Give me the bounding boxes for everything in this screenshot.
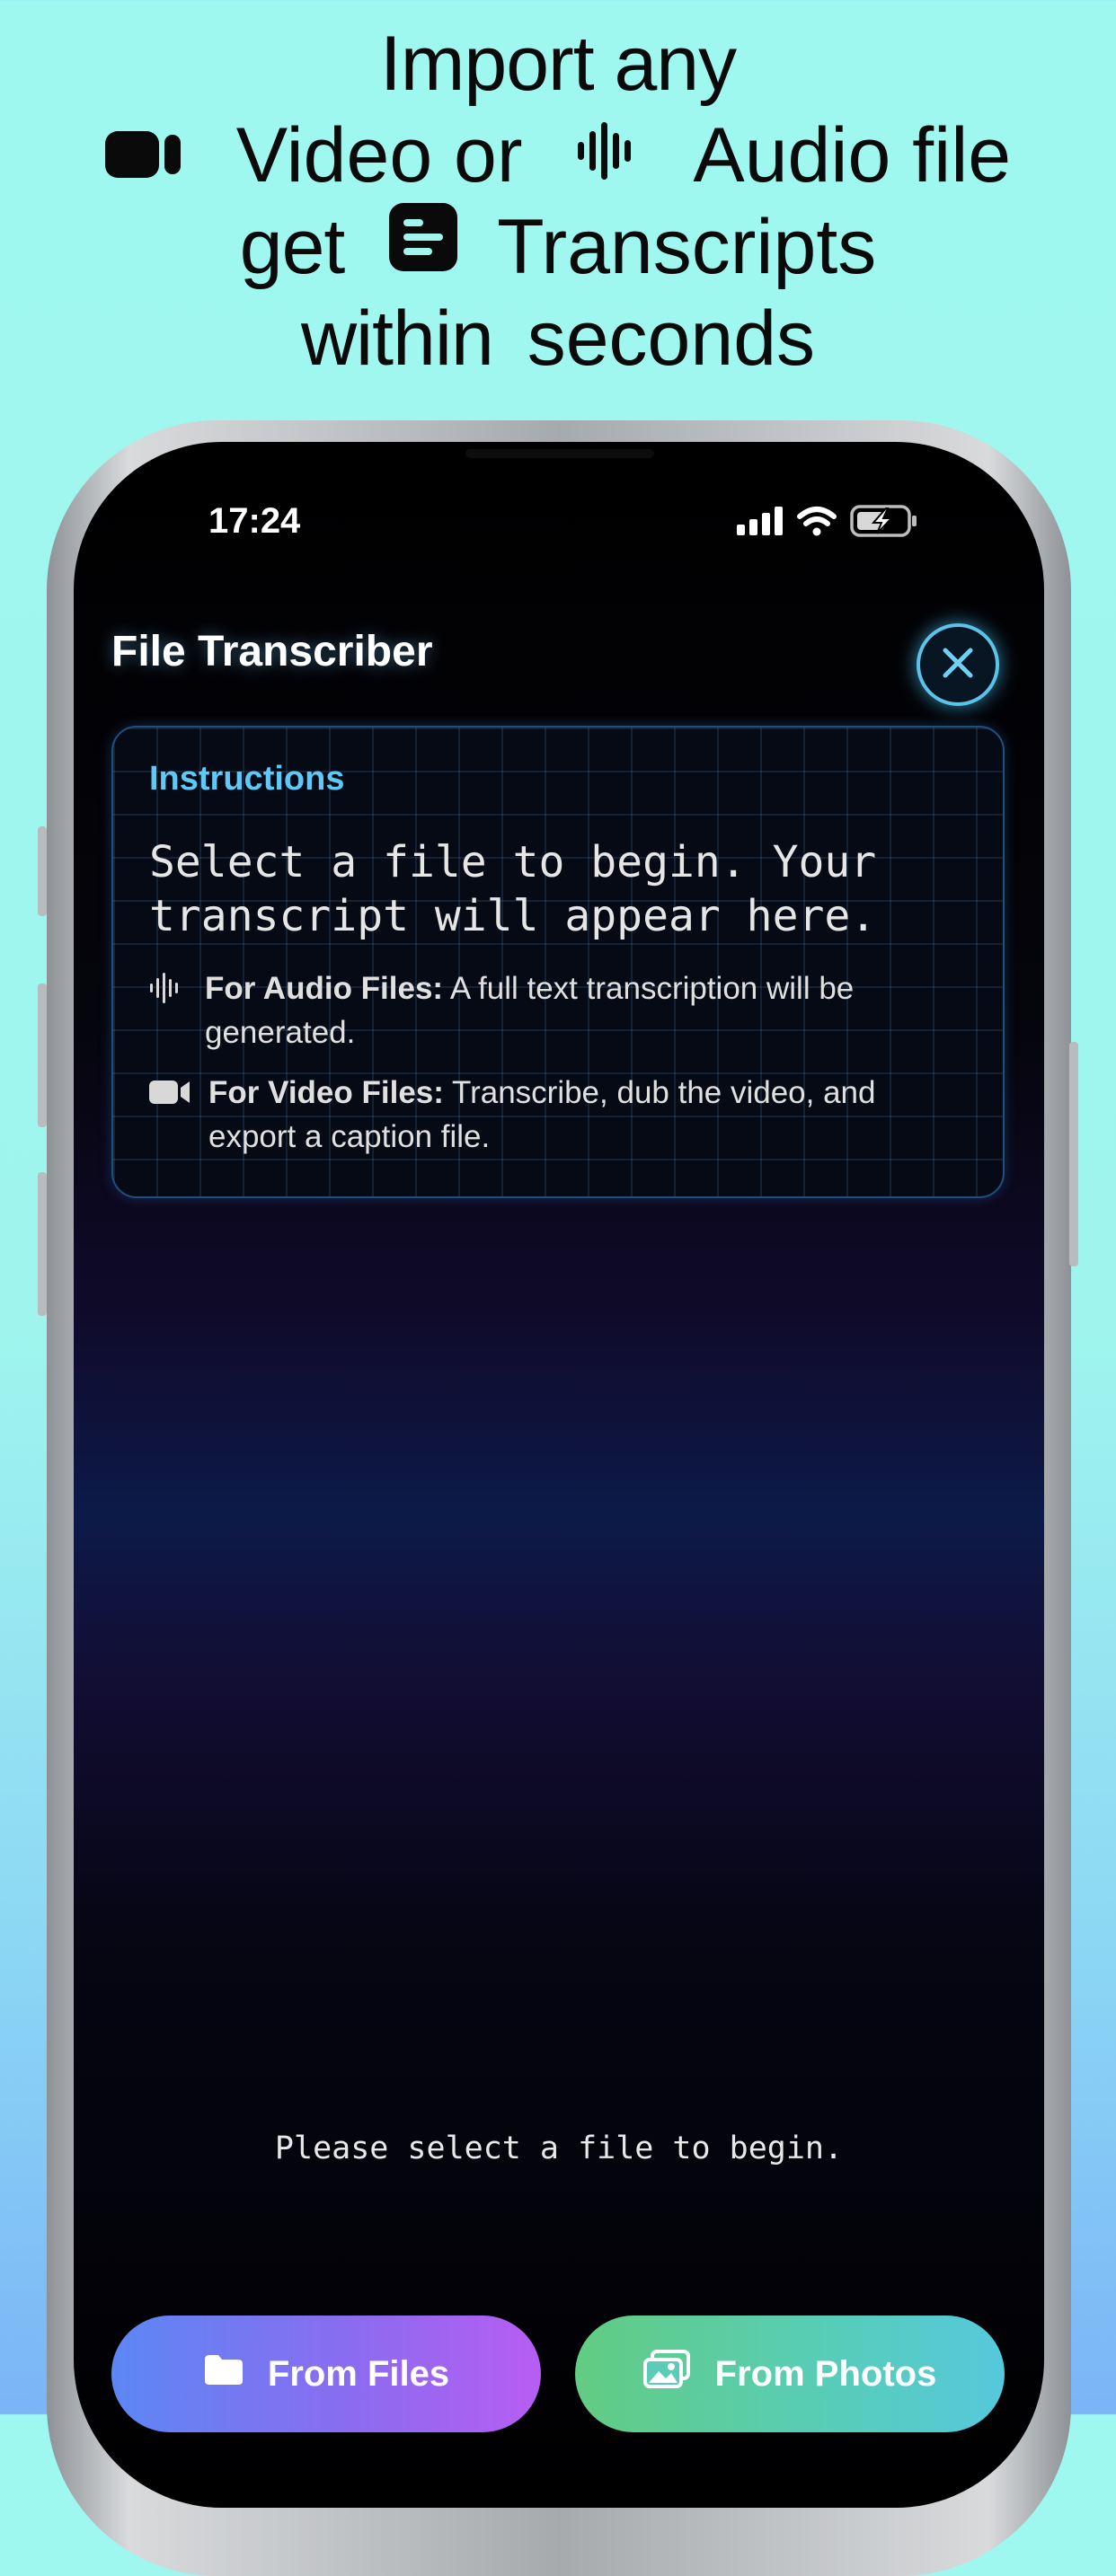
waveform-icon [149, 971, 183, 1010]
battery-charging-icon [850, 504, 918, 542]
from-files-label: From Files [267, 2353, 450, 2394]
waveform-icon [576, 108, 639, 199]
phone-screen: 17:24 File Transcriber Instructions Sele… [74, 442, 1044, 2508]
headline-within-word: within [300, 296, 494, 382]
cellular-signal-icon [737, 506, 784, 540]
headline-audio-word: Audio file [693, 112, 1012, 198]
status-icons [737, 504, 918, 542]
close-icon [942, 647, 974, 684]
instructions-main-text: Select a file to begin. Your transcript … [149, 837, 877, 941]
from-photos-label: From Photos [714, 2353, 937, 2394]
headline-video-word: Video or [235, 112, 523, 198]
empty-state-message: Please select a file to begin. [274, 2130, 844, 2166]
headline-line-4: within seconds [0, 293, 1116, 384]
video-instruction-text: For Video Files: Transcribe, dub the vid… [208, 1071, 958, 1159]
phone-action-button [38, 826, 47, 916]
video-instruction-label: For Video Files: [208, 1075, 444, 1110]
headline-get-word: get [239, 204, 346, 290]
folder-icon [203, 2352, 244, 2395]
audio-instruction-label: For Audio Files: [205, 971, 444, 1006]
instructions-heading: Instructions [149, 760, 345, 798]
photos-icon [642, 2350, 692, 2398]
phone-volume-down-button [38, 1172, 47, 1316]
dynamic-island [465, 449, 654, 458]
headline-line-1: Import any [379, 21, 737, 107]
close-button[interactable] [917, 623, 999, 706]
video-camera-icon [104, 108, 182, 199]
from-photos-button[interactable]: From Photos [575, 2316, 1005, 2432]
marketing-headline: Import any Video or Audio file get Trans… [0, 18, 1116, 384]
headline-transcripts-word: Transcripts [497, 204, 877, 290]
video-camera-icon [149, 1079, 190, 1110]
status-time: 17:24 [208, 501, 301, 541]
headline-line-3: get Transcripts [0, 201, 1116, 293]
headline-line-2: Video or Audio file [0, 110, 1116, 201]
headline-seconds-word: seconds [527, 296, 816, 382]
wifi-icon [796, 506, 837, 541]
document-lines-icon [389, 199, 458, 291]
phone-power-button [1069, 1042, 1078, 1266]
audio-instruction-text: For Audio Files: A full text transcripti… [205, 966, 868, 1054]
video-instruction-row: For Video Files: Transcribe, dub the vid… [149, 1071, 958, 1159]
audio-instruction-row: For Audio Files: A full text transcripti… [149, 966, 868, 1054]
instructions-card: Instructions Select a file to begin. You… [111, 726, 1005, 1198]
from-files-button[interactable]: From Files [111, 2316, 541, 2432]
app-title: File Transcriber [111, 628, 433, 675]
phone-volume-up-button [38, 984, 47, 1127]
